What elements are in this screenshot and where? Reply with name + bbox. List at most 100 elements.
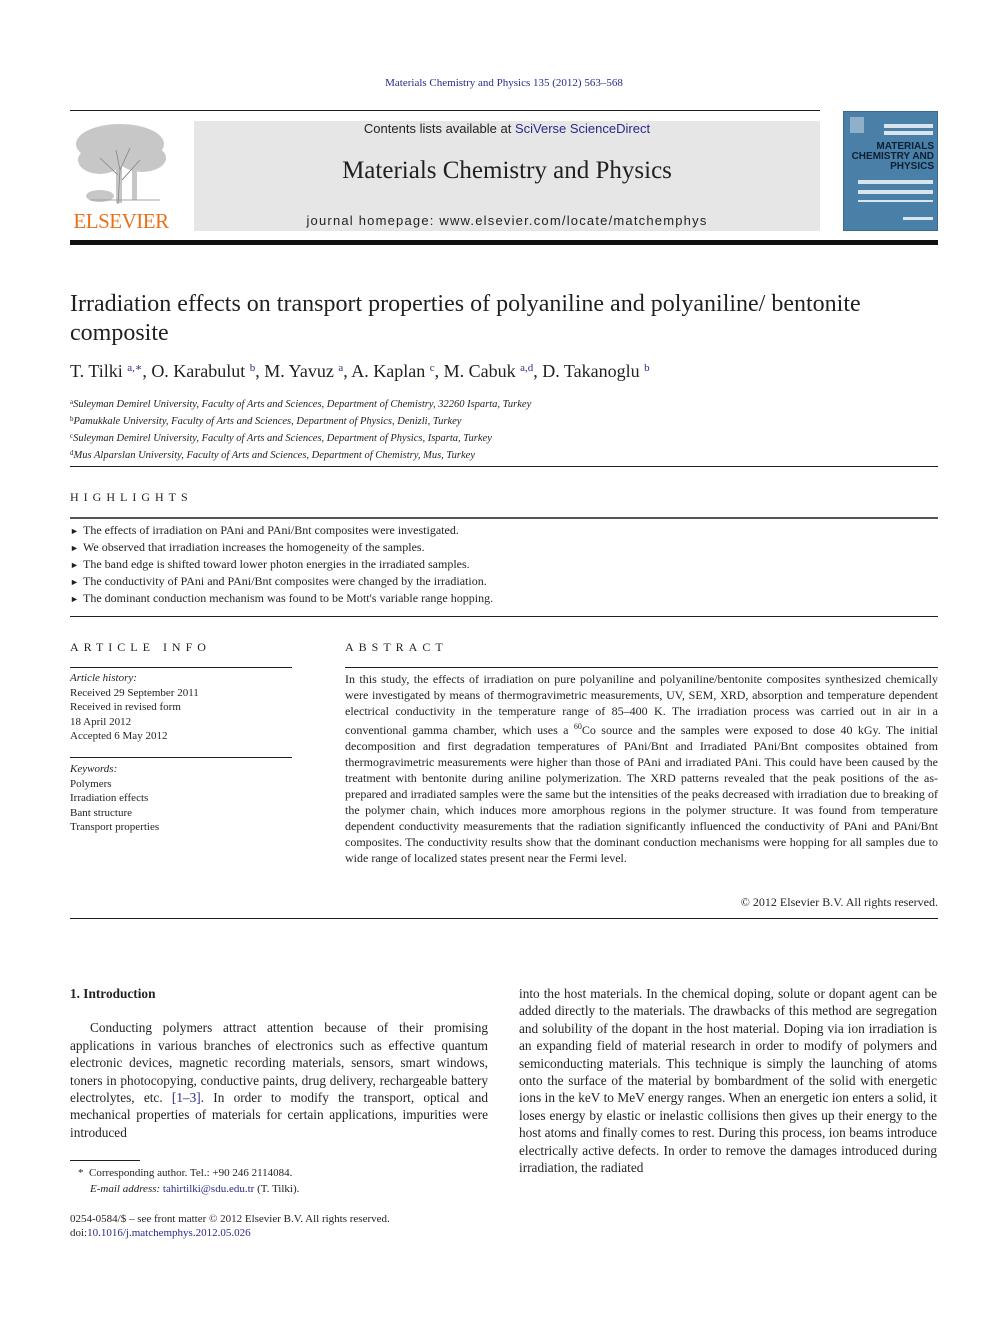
- affiliation: cSuleyman Demirel University, Faculty of…: [70, 429, 770, 446]
- elsevier-tree-icon: [76, 124, 166, 205]
- cover-title: MATERIALS CHEMISTRY AND PHYSICS: [851, 141, 934, 172]
- history-entry: Received in revised form: [70, 701, 181, 713]
- sciencedirect-link[interactable]: SciVerse ScienceDirect: [515, 121, 650, 136]
- issn-doi-block: 0254-0584/$ – see front matter © 2012 El…: [70, 1212, 490, 1240]
- keyword: Bant structure: [70, 806, 133, 819]
- keywords: Keywords: Polymers Irradiation effects B…: [70, 762, 292, 835]
- history-entry: Accepted 6 May 2012: [70, 730, 168, 742]
- journal-banner: Contents lists available at SciVerse Sci…: [194, 121, 820, 231]
- author-name: M. Yavuz: [264, 361, 334, 381]
- affiliation: bPamukkale University, Faculty of Arts a…: [70, 412, 770, 429]
- author-affil-mark[interactable]: a: [338, 362, 343, 374]
- divider: [70, 757, 292, 758]
- divider: [70, 466, 938, 467]
- author[interactable]: M. Yavuz a: [264, 361, 343, 381]
- body-paragraph: into the host materials. In the chemical…: [519, 986, 937, 1176]
- cover-stripe: [884, 131, 933, 135]
- history-entry: 18 April 2012: [70, 715, 132, 728]
- cover-emblem-icon: [850, 117, 864, 133]
- divider: [70, 517, 938, 519]
- footnote-rule: [70, 1160, 140, 1161]
- author-name: D. Takanoglu: [542, 361, 640, 381]
- highlight-text: We observed that irradiation increases t…: [83, 540, 425, 554]
- footnote-line: E-mail address: tahirtilki@sdu.edu.tr (T…: [78, 1181, 498, 1197]
- homepage-link[interactable]: www.elsevier.com/locate/matchemphys: [439, 213, 707, 228]
- abstract-text: In this study, the effects of irradiatio…: [345, 671, 938, 866]
- footnote-star: *: [78, 1167, 84, 1179]
- highlight-item: ► The dominant conduction mechanism was f…: [70, 590, 670, 607]
- author-name: M. Cabuk: [443, 361, 516, 381]
- contents-prefix: Contents lists available at: [363, 121, 515, 136]
- keywords-label: Keywords:: [70, 763, 118, 775]
- journal-homepage: journal homepage: www.elsevier.com/locat…: [194, 213, 820, 228]
- author-name: A. Kaplan: [351, 361, 426, 381]
- doi-link[interactable]: 10.1016/j.matchemphys.2012.05.026: [87, 1227, 250, 1239]
- author-affil-mark[interactable]: b: [644, 362, 650, 374]
- author[interactable]: O. Karabulut b: [151, 361, 255, 381]
- author-name: O. Karabulut: [151, 361, 246, 381]
- highlights-list: ► The effects of irradiation on PAni and …: [70, 522, 670, 607]
- header-rule: [70, 110, 820, 111]
- author[interactable]: D. Takanoglu b: [542, 361, 649, 381]
- author-affil-mark[interactable]: c: [430, 362, 435, 374]
- homepage-prefix: journal homepage:: [306, 213, 440, 228]
- footnote-line: * Corresponding author. Tel.: +90 246 21…: [78, 1165, 498, 1181]
- author[interactable]: T. Tilki a,∗: [70, 361, 142, 381]
- bullet-triangle-icon: ►: [70, 543, 79, 553]
- body-column-right: into the host materials. In the chemical…: [519, 985, 937, 1176]
- abstract-heading: ABSTRACT: [345, 640, 448, 654]
- issn-line: 0254-0584/$ – see front matter © 2012 El…: [70, 1213, 390, 1225]
- article-info-heading: ARTICLE INFO: [70, 640, 211, 654]
- affiliations: aSuleyman Demirel University, Faculty of…: [70, 395, 770, 463]
- cover-stripe: [858, 200, 933, 202]
- history-label: Article history:: [70, 672, 137, 684]
- author-affil-mark[interactable]: a,∗: [127, 362, 142, 374]
- bullet-triangle-icon: ►: [70, 577, 79, 587]
- reference-link[interactable]: [1–3]: [172, 1090, 201, 1105]
- author-name: T. Tilki: [70, 361, 123, 381]
- keyword: Polymers: [70, 777, 112, 790]
- cover-footer: [903, 217, 933, 220]
- highlight-text: The effects of irradiation on PAni and P…: [83, 523, 459, 537]
- affiliation-text: Suleyman Demirel University, Faculty of …: [73, 433, 492, 444]
- highlight-item: ► The band edge is shifted toward lower p…: [70, 556, 670, 573]
- journal-title: Materials Chemistry and Physics: [342, 157, 672, 184]
- affiliation-text: Mus Alparslan University, Faculty of Art…: [73, 450, 476, 461]
- email-label: E-mail address:: [90, 1183, 161, 1195]
- author[interactable]: A. Kaplan c: [351, 361, 434, 381]
- author-affil-mark[interactable]: b: [250, 362, 256, 374]
- article-history: Article history: Received 29 September 2…: [70, 671, 292, 744]
- isotope-symbol: Co: [581, 723, 596, 737]
- isotope-mass: 60: [573, 722, 582, 731]
- bullet-triangle-icon: ►: [70, 560, 79, 570]
- header-thick-rule: [70, 240, 938, 245]
- bullet-triangle-icon: ►: [70, 594, 79, 604]
- affiliation: dMus Alparslan University, Faculty of Ar…: [70, 446, 770, 463]
- highlight-item: ► We observed that irradiation increases …: [70, 539, 670, 556]
- doi-line: doi:10.1016/j.matchemphys.2012.05.026: [70, 1226, 490, 1240]
- section-heading: 1. Introduction: [70, 986, 156, 1001]
- divider: [70, 667, 292, 668]
- article-title: Irradiation effects on transport propert…: [70, 291, 861, 346]
- highlight-text: The conductivity of PAni and PAni/Bnt co…: [83, 574, 487, 588]
- body-paragraph: Conducting polymers attract attention be…: [70, 1019, 488, 1141]
- divider: [345, 667, 938, 668]
- highlight-item: ► The effects of irradiation on PAni and …: [70, 522, 670, 539]
- email-link[interactable]: tahirtilki@sdu.edu.tr: [163, 1183, 254, 1195]
- bullet-triangle-icon: ►: [70, 526, 79, 536]
- keyword: Irradiation effects: [70, 792, 149, 804]
- journal-cover-thumbnail[interactable]: MATERIALS CHEMISTRY AND PHYSICS: [843, 111, 938, 231]
- corresponding-text: Corresponding author. Tel.: +90 246 2114…: [89, 1167, 293, 1179]
- body-column-left: 1. Introduction Conducting polymers attr…: [70, 985, 488, 1141]
- author-affil-mark[interactable]: a,d: [520, 362, 533, 374]
- divider: [70, 918, 938, 919]
- affiliation-text: Suleyman Demirel University, Faculty of …: [73, 399, 532, 410]
- cover-stripe: [858, 190, 933, 194]
- journal-citation[interactable]: Materials Chemistry and Physics 135 (201…: [0, 77, 992, 89]
- corresponding-author-footnote: * Corresponding author. Tel.: +90 246 21…: [78, 1165, 498, 1197]
- abstract-copyright: © 2012 Elsevier B.V. All rights reserved…: [740, 895, 938, 909]
- author-list: T. Tilki a,∗, O. Karabulut b, M. Yavuz a…: [70, 361, 650, 381]
- elsevier-logo[interactable]: ELSEVIER: [70, 120, 172, 232]
- author[interactable]: M. Cabuk a,d: [444, 361, 534, 381]
- cover-stripe: [884, 124, 933, 128]
